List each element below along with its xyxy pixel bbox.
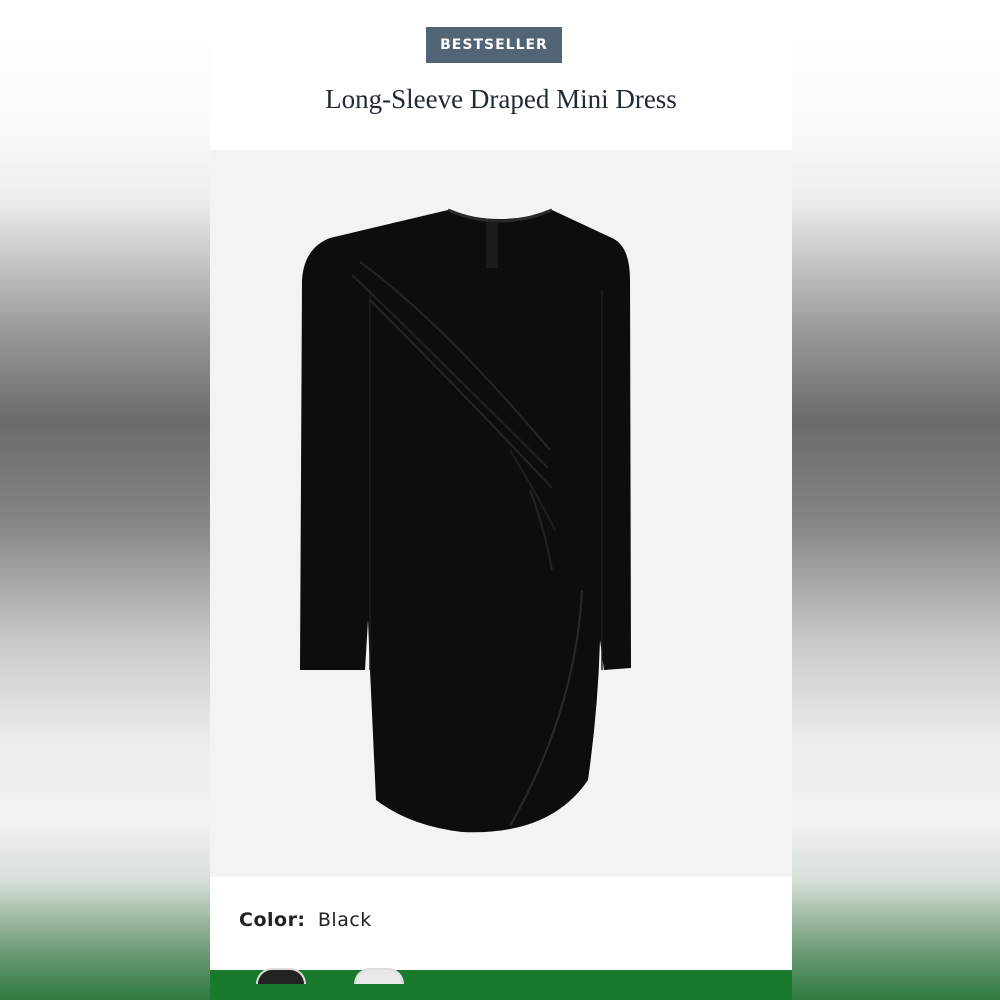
dress-body [300, 210, 631, 833]
zipper [486, 222, 498, 268]
color-selector-label: Color: Black [239, 908, 372, 932]
dress-illustration [300, 208, 631, 833]
product-page: BESTSELLER Long-Sleeve Draped Mini Dress… [210, 0, 792, 1000]
color-swatch-light[interactable] [354, 968, 404, 984]
color-value: Black [317, 909, 372, 931]
color-swatch-black[interactable] [256, 968, 306, 984]
blurred-background-right [792, 0, 1000, 1000]
blurred-background-left [0, 0, 210, 1000]
product-image[interactable] [210, 150, 792, 877]
bestseller-badge: BESTSELLER [426, 27, 562, 63]
product-title: Long-Sleeve Draped Mini Dress [325, 84, 677, 114]
color-label: Color: [239, 909, 306, 931]
